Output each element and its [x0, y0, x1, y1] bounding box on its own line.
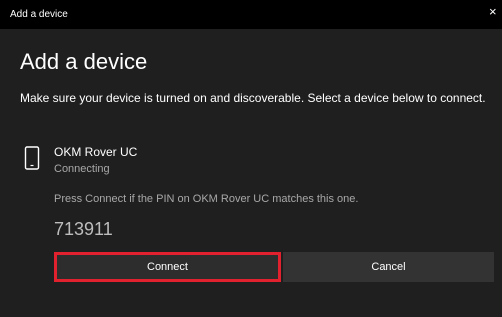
instructions-text: Make sure your device is turned on and d… [20, 91, 486, 105]
pin-prompt: Press Connect if the PIN on OKM Rover UC… [54, 193, 359, 205]
device-status: Connecting [54, 163, 110, 175]
window-title: Add a device [10, 9, 68, 20]
title-bar: Add a device × [0, 0, 502, 29]
page-title: Add a device [20, 49, 148, 74]
phone-icon [24, 146, 40, 170]
device-name: OKM Rover UC [54, 145, 138, 159]
add-device-window: Add a device × Add a device Make sure yo… [0, 0, 502, 317]
connect-button[interactable]: Connect [54, 252, 281, 282]
cancel-button[interactable]: Cancel [283, 252, 494, 282]
close-icon[interactable]: × [489, 5, 497, 18]
pin-code: 713911 [54, 219, 113, 239]
